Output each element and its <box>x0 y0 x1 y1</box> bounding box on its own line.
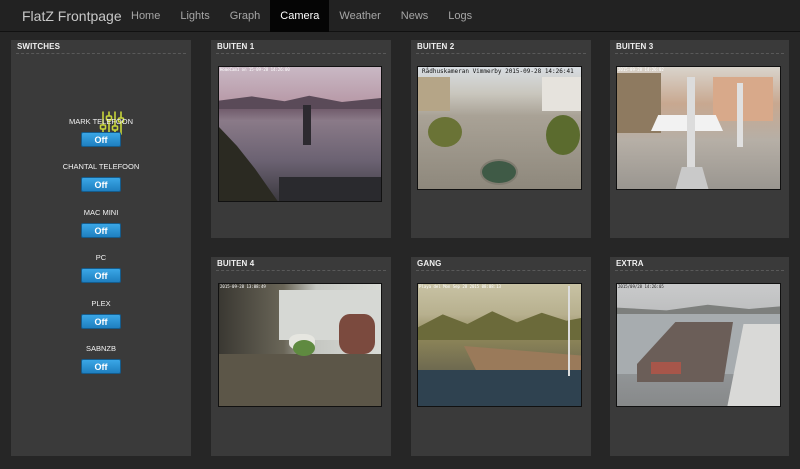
toggle-button[interactable]: Off <box>81 177 121 192</box>
main-nav: Home Lights Graph Camera Weather News Lo… <box>121 0 482 32</box>
camera-panel-buiten-4: BUITEN 4 2015-09-28 13:08:49 <box>211 257 391 456</box>
top-navbar: FlatZ Frontpage Home Lights Graph Camera… <box>0 0 800 32</box>
panel-divider <box>416 53 586 54</box>
plant-shape <box>293 340 315 356</box>
nav-weather[interactable]: Weather <box>329 0 390 32</box>
toggle-button[interactable]: Off <box>81 132 121 147</box>
building-right-shape <box>542 77 581 111</box>
camera-panel-buiten-2: BUITEN 2 Rådhuskameran Vimmerby 2015-09-… <box>411 40 591 238</box>
camera-feed[interactable]: 2015-09-28 13:08:49 <box>218 283 382 407</box>
camera-title: BUITEN 3 <box>616 42 654 51</box>
camera-timestamp: HomeCam1 on 15-09-28 14:26:00 <box>220 67 290 72</box>
camera-timestamp: 2015/09/28 14:26:05 <box>618 284 664 289</box>
switch-label: MARK TELEFOON <box>68 117 134 126</box>
switch-label: PLEX <box>91 299 111 308</box>
nav-graph[interactable]: Graph <box>220 0 271 32</box>
camera-feed[interactable]: HomeCam1 on 15-09-28 14:26:00 <box>218 66 382 202</box>
camera-feed[interactable]: 2015-09-28 14:26:02 <box>616 66 781 190</box>
panel-divider <box>615 270 784 271</box>
switch-mac-mini: MAC MINI Off <box>11 208 191 239</box>
camera-feed[interactable]: 2015/09/28 14:26:05 <box>616 283 781 407</box>
switch-label: PC <box>95 253 107 262</box>
floor-shape <box>219 354 381 406</box>
column-shape <box>737 83 743 147</box>
toggle-button[interactable]: Off <box>81 268 121 283</box>
toggle-button[interactable]: Off <box>81 314 121 329</box>
brand-title[interactable]: FlatZ Frontpage <box>22 8 122 24</box>
roof-shape <box>651 362 681 374</box>
panel-divider <box>416 270 586 271</box>
hills-shape <box>219 95 381 109</box>
nav-lights[interactable]: Lights <box>170 0 219 32</box>
pier-shape <box>464 346 581 370</box>
nav-logs[interactable]: Logs <box>438 0 482 32</box>
camera-panel-buiten-3: BUITEN 3 2015-09-28 14:26:02 <box>610 40 789 238</box>
panel-divider <box>216 270 386 271</box>
building-shape <box>713 77 773 121</box>
panel-divider <box>615 53 784 54</box>
bridge-shape <box>303 105 311 145</box>
switch-chantal-telefoon: CHANTAL TELEFOON Off <box>11 162 191 193</box>
pole-shape <box>568 286 570 376</box>
camera-panel-extra: EXTRA 2015/09/28 14:26:05 <box>610 257 789 456</box>
column-base-shape <box>675 167 709 189</box>
camera-panel-gang: GANG Playa del Mon Sep 28 2015 08:08:13 <box>411 257 591 456</box>
camera-title: BUITEN 1 <box>217 42 255 51</box>
switch-plex: PLEX Off <box>11 299 191 330</box>
camera-title: BUITEN 4 <box>217 259 255 268</box>
camera-timestamp: 2015-09-28 14:26:02 <box>618 67 664 72</box>
camera-title: GANG <box>417 259 442 268</box>
building-left-shape <box>418 77 450 111</box>
camera-title: BUITEN 2 <box>417 42 455 51</box>
switch-label: SABNZB <box>85 344 116 353</box>
column-shape <box>687 77 695 179</box>
shore-shape <box>279 177 381 201</box>
camera-panel-buiten-1: BUITEN 1 HomeCam1 on 15-09-28 14:26:00 <box>211 40 391 238</box>
switch-label: CHANTAL TELEFOON <box>62 162 140 171</box>
toggle-button[interactable]: Off <box>81 223 121 238</box>
camera-feed[interactable]: Playa del Mon Sep 28 2015 08:08:13 <box>417 283 582 407</box>
switch-pc: PC Off <box>11 253 191 284</box>
panel-divider <box>216 53 386 54</box>
trees-shape <box>428 117 462 147</box>
camera-timestamp: 2015-09-28 13:08:49 <box>220 284 266 289</box>
trees-shape <box>219 127 279 201</box>
camera-feed[interactable]: Rådhuskameran Vimmerby 2015-09-28 14:26:… <box>417 66 582 190</box>
fountain-shape <box>480 159 518 185</box>
switch-sabnzb: SABNZB Off <box>11 344 191 375</box>
camera-timestamp: Playa del Mon Sep 28 2015 08:08:13 <box>419 284 501 289</box>
nav-home[interactable]: Home <box>121 0 170 32</box>
trees-shape <box>546 115 580 155</box>
toggle-button[interactable]: Off <box>81 359 121 374</box>
switches-title: SWITCHES <box>17 42 61 51</box>
nav-camera[interactable]: Camera <box>270 0 330 32</box>
nav-news[interactable]: News <box>391 0 439 32</box>
camera-timestamp: Rådhuskameran Vimmerby 2015-09-28 14:26:… <box>422 68 574 75</box>
switch-label: MAC MINI <box>83 208 119 217</box>
trees-shape <box>418 311 581 340</box>
water-shape <box>418 370 581 406</box>
people-shape <box>339 314 375 354</box>
camera-title: EXTRA <box>616 259 644 268</box>
panel-divider <box>16 53 186 54</box>
switches-panel: SWITCHES MARK TELEFOON Off CHANTAL TELEF… <box>11 40 191 456</box>
switch-mark-telefoon: MARK TELEFOON Off <box>11 117 191 148</box>
